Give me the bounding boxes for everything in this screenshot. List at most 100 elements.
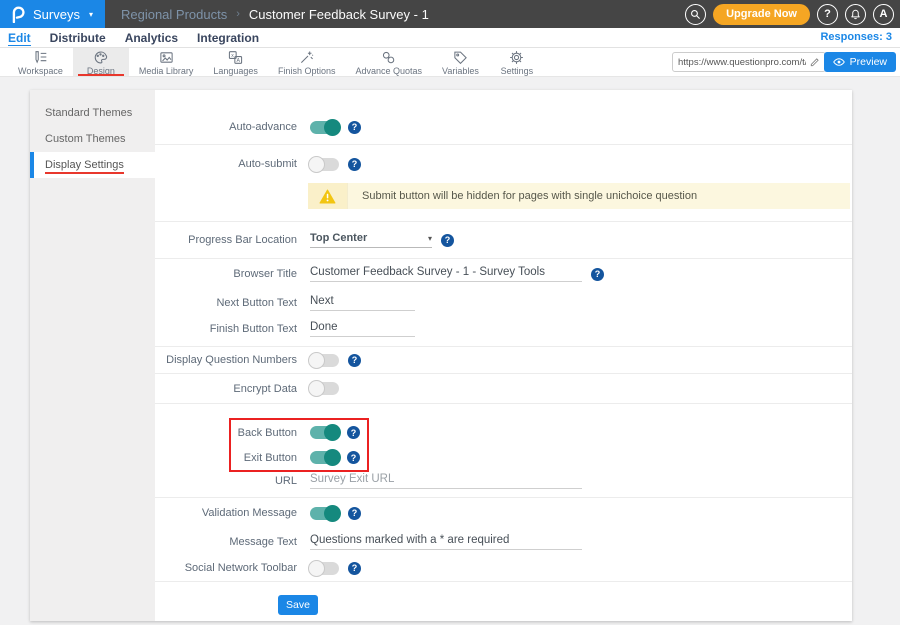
- next-button-text-label: Next Button Text: [155, 297, 297, 309]
- toolbar-item-languages[interactable]: xA Languages: [203, 48, 268, 76]
- finish-button-text-label: Finish Button Text: [155, 323, 297, 335]
- exit-button-toggle[interactable]: [310, 451, 339, 464]
- edit-toolbar: Workspace Design Media Library xA Langua…: [0, 48, 900, 77]
- survey-url-field[interactable]: https://www.questionpro.com/t/APNrFZ: [672, 52, 826, 72]
- social-network-toolbar-label: Social Network Toolbar: [155, 562, 297, 574]
- message-text-row: Message Text: [155, 528, 852, 555]
- divider: [155, 403, 852, 404]
- chevron-down-icon: ▾: [89, 10, 93, 19]
- progress-bar-location-row: Progress Bar Location Top Center ▾ ?: [155, 222, 852, 258]
- back-exit-button-group: Back Button ? Exit Button ?: [155, 420, 852, 470]
- browser-title-row: Browser Title ?: [155, 259, 852, 289]
- warning-text: Submit button will be hidden for pages w…: [348, 183, 697, 209]
- warning-triangle-icon: [319, 189, 336, 204]
- back-button-row: Back Button ?: [155, 420, 852, 445]
- message-text-input[interactable]: [310, 534, 582, 550]
- edit-url-pencil-icon[interactable]: [810, 57, 820, 67]
- toolbar-item-media-library[interactable]: Media Library: [129, 48, 204, 76]
- exit-url-input[interactable]: [310, 473, 582, 489]
- social-network-toolbar-toggle[interactable]: [310, 562, 339, 575]
- finish-button-text-row: Finish Button Text: [155, 316, 852, 342]
- workspace-icon: [33, 50, 48, 65]
- sidebar-item-display-settings[interactable]: Display Settings: [30, 152, 155, 178]
- tab-distribute[interactable]: Distribute: [50, 30, 106, 45]
- validation-message-toggle[interactable]: [310, 507, 339, 520]
- breadcrumb-survey-name: Customer Feedback Survey - 1: [249, 7, 429, 22]
- questionpro-display-settings-screen: Surveys ▾ Regional Products › Customer F…: [0, 0, 900, 625]
- breadcrumb-folder[interactable]: Regional Products: [121, 7, 227, 22]
- exit-url-label: URL: [155, 475, 297, 487]
- save-button[interactable]: Save: [278, 595, 318, 615]
- survey-section-nav: Edit Distribute Analytics Integration Re…: [0, 28, 900, 48]
- product-name: Surveys: [33, 7, 80, 22]
- toolbar-item-advance-quotas[interactable]: Advance Quotas: [345, 48, 432, 76]
- next-button-text-input[interactable]: [310, 295, 415, 311]
- display-settings-form: Auto-advance ? Auto-submit ? Submit butt: [155, 90, 852, 621]
- auto-submit-toggle[interactable]: [310, 158, 339, 171]
- exit-button-label: Exit Button: [155, 452, 297, 464]
- responses-count[interactable]: Responses: 3: [820, 31, 892, 43]
- toolbar-item-design[interactable]: Design: [73, 48, 129, 76]
- tab-analytics[interactable]: Analytics: [125, 30, 178, 45]
- help-icon[interactable]: ?: [441, 234, 454, 247]
- survey-url-text: https://www.questionpro.com/t/APNrFZ: [678, 57, 806, 68]
- back-button-label: Back Button: [155, 427, 297, 439]
- upgrade-now-button[interactable]: Upgrade Now: [713, 4, 810, 25]
- help-icon[interactable]: ?: [348, 507, 361, 520]
- help-menu-button[interactable]: ?: [817, 4, 838, 25]
- variables-icon: [453, 50, 468, 65]
- help-icon[interactable]: ?: [348, 121, 361, 134]
- help-icon[interactable]: ?: [347, 451, 360, 464]
- back-button-toggle[interactable]: [310, 426, 339, 439]
- auto-advance-toggle[interactable]: [310, 121, 339, 134]
- help-icon[interactable]: ?: [591, 268, 604, 281]
- browser-title-input[interactable]: [310, 266, 582, 282]
- avatar[interactable]: A: [873, 4, 894, 25]
- toolbar-item-settings[interactable]: Settings: [489, 48, 545, 76]
- exit-button-row: Exit Button ?: [155, 445, 852, 470]
- save-row: Save: [155, 582, 852, 615]
- warning-icon-cell: [308, 183, 348, 209]
- dropdown-selected-value: Top Center: [310, 232, 367, 244]
- notifications-button[interactable]: [845, 4, 866, 25]
- help-icon[interactable]: ?: [347, 426, 360, 439]
- questionpro-logo: [10, 5, 25, 23]
- display-question-numbers-row: Display Question Numbers ?: [155, 347, 852, 373]
- auto-submit-label: Auto-submit: [155, 158, 297, 170]
- progress-bar-location-dropdown[interactable]: Top Center ▾: [310, 232, 432, 248]
- search-icon: [690, 9, 701, 20]
- design-sidebar: Standard Themes Custom Themes Display Se…: [30, 90, 155, 621]
- message-text-label: Message Text: [155, 536, 297, 548]
- sidebar-item-custom-themes[interactable]: Custom Themes: [30, 126, 155, 152]
- toolbar-item-workspace[interactable]: Workspace: [8, 48, 73, 76]
- auto-submit-row: Auto-submit ?: [155, 145, 852, 183]
- display-question-numbers-toggle[interactable]: [310, 354, 339, 367]
- search-button[interactable]: [685, 4, 706, 25]
- breadcrumb-separator: ›: [236, 8, 240, 20]
- finish-button-text-input[interactable]: [310, 321, 415, 337]
- help-icon[interactable]: ?: [348, 158, 361, 171]
- product-menu[interactable]: Surveys ▾: [0, 0, 105, 28]
- annotation-underline-display-settings: Display Settings: [45, 159, 124, 174]
- validation-message-label: Validation Message: [155, 507, 297, 519]
- toolbar-item-finish-options[interactable]: Finish Options: [268, 48, 346, 76]
- exit-url-row: URL: [155, 470, 852, 492]
- help-icon[interactable]: ?: [348, 354, 361, 367]
- next-button-text-row: Next Button Text: [155, 289, 852, 316]
- toolbar-item-variables[interactable]: Variables: [432, 48, 489, 76]
- preview-label: Preview: [850, 56, 887, 68]
- design-settings-card: Standard Themes Custom Themes Display Se…: [30, 90, 852, 621]
- tab-edit[interactable]: Edit: [8, 30, 31, 46]
- languages-icon: xA: [228, 50, 243, 65]
- sidebar-item-standard-themes[interactable]: Standard Themes: [30, 100, 155, 126]
- progress-bar-location-label: Progress Bar Location: [155, 234, 297, 246]
- tab-integration[interactable]: Integration: [197, 30, 259, 45]
- preview-button[interactable]: Preview: [824, 52, 896, 72]
- help-icon[interactable]: ?: [348, 562, 361, 575]
- eye-icon: [833, 57, 845, 67]
- encrypt-data-toggle[interactable]: [310, 382, 339, 395]
- topbar-actions: Upgrade Now ? A: [685, 4, 900, 25]
- top-navigation-bar: Surveys ▾ Regional Products › Customer F…: [0, 0, 900, 28]
- chevron-down-icon: ▾: [428, 234, 432, 243]
- breadcrumb: Regional Products › Customer Feedback Su…: [121, 7, 429, 22]
